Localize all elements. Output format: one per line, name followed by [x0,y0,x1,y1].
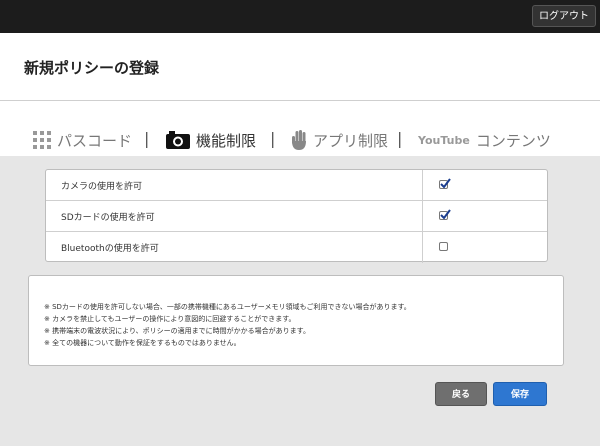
page-title: 新規ポリシーの登録 [24,59,160,77]
youtube-logo-icon: YouTube [418,134,470,147]
setting-row-bluetooth: Bluetoothの使用を許可 [46,232,547,263]
tab-restrictions[interactable]: 機能制限 [166,127,256,153]
note-line: ※ 全ての機器について動作を保証をするものではありません。 [44,339,241,347]
bluetooth-checkbox[interactable] [439,242,448,251]
top-bar: ログアウト [0,0,600,33]
camera-icon [166,131,190,149]
tab-separator: | [270,129,276,148]
tab-separator: | [144,129,150,148]
note-line: ※ カメラを禁止してもユーザーの操作により意図的に回避することができます。 [44,315,296,323]
tab-separator: | [397,129,403,148]
note-line: ※ 携帯端末の電波状況により、ポリシーの適用までに時間がかかる場合があります。 [44,327,310,335]
setting-row-camera: カメラの使用を許可 [46,170,547,201]
note-line: ※ SDカードの使用を許可しない場合、一部の携帯機種にあるユーザーメモリ領域もご… [44,303,411,311]
tab-label: アプリ制限 [313,131,389,150]
sdcard-checkbox[interactable] [439,209,451,220]
tab-label: パスコード [57,131,133,150]
grid-icon [33,131,51,149]
setting-label: SDカードの使用を許可 [61,213,155,223]
tab-label: コンテンツ [475,131,551,150]
page-header: 新規ポリシーの登録 [0,33,600,101]
back-button[interactable]: 戻る [435,382,487,406]
tab-label: 機能制限 [196,131,257,150]
tab-contents[interactable]: YouTube コンテンツ [418,127,551,153]
settings-table: カメラの使用を許可 SDカードの使用を許可 Bluetoothの使用を許可 [45,169,548,263]
setting-label: Bluetoothの使用を許可 [61,244,159,254]
tab-passcode[interactable]: パスコード [33,127,132,153]
hand-icon [291,130,307,150]
column-divider [422,201,423,231]
column-divider [422,170,423,200]
save-button[interactable]: 保存 [493,382,547,406]
check-icon [440,209,451,220]
check-icon [440,178,451,189]
youtube-logo-text: YouTube [418,133,470,147]
camera-checkbox[interactable] [439,178,451,189]
notes-box: ※ SDカードの使用を許可しない場合、一部の携帯機種にあるユーザーメモリ領域もご… [28,275,564,366]
logout-button[interactable]: ログアウト [532,5,596,27]
setting-label: カメラの使用を許可 [61,182,143,192]
column-divider [422,232,423,263]
tab-app-restrictions[interactable]: アプリ制限 [291,127,388,153]
tab-bar: パスコード | 機能制限 | アプリ制限 | YouTube コンテンツ [0,101,600,156]
setting-row-sdcard: SDカードの使用を許可 [46,201,547,232]
